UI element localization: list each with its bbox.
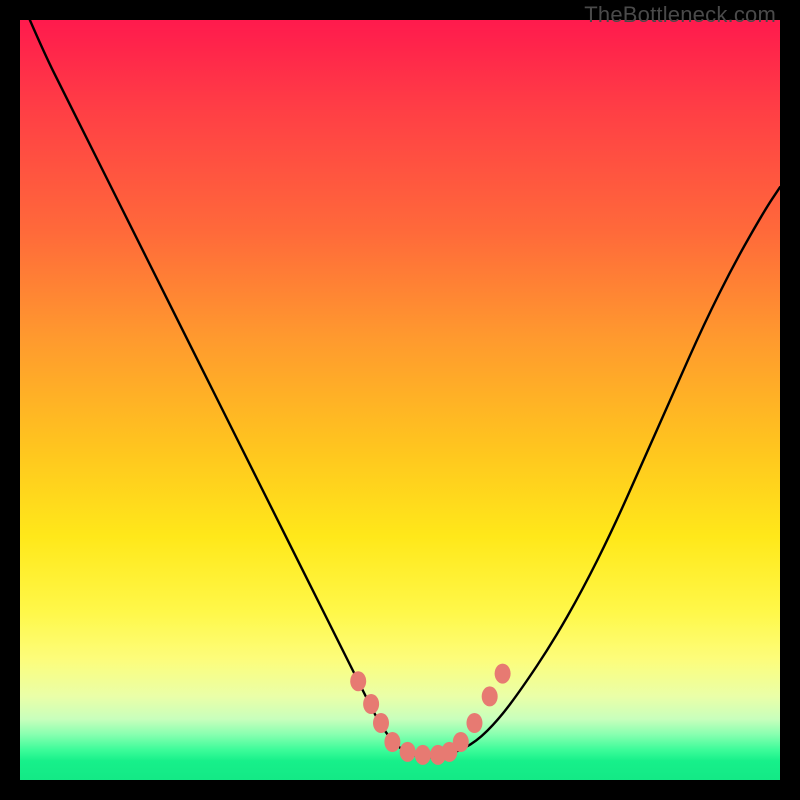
curve-marker — [482, 686, 498, 706]
curve-marker — [400, 742, 416, 762]
curve-marker — [384, 732, 400, 752]
curve-marker — [466, 713, 482, 733]
bottleneck-curve-path — [20, 20, 780, 757]
chart-plot-area — [20, 20, 780, 780]
curve-marker — [495, 664, 511, 684]
curve-marker — [453, 732, 469, 752]
curve-marker — [415, 745, 431, 765]
curve-marker — [350, 671, 366, 691]
chart-frame: TheBottleneck.com — [0, 0, 800, 800]
watermark-text: TheBottleneck.com — [584, 2, 776, 28]
curve-marker — [373, 713, 389, 733]
bottleneck-curve — [20, 20, 780, 780]
curve-marker — [363, 694, 379, 714]
